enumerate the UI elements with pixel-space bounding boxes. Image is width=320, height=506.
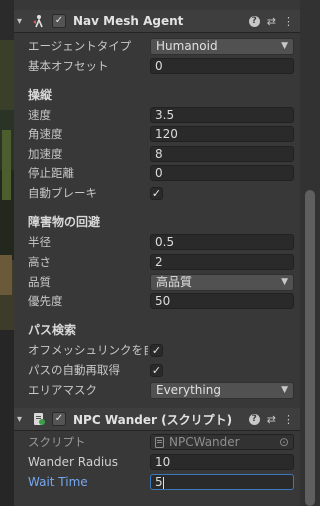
area-mask-value: Everything — [156, 382, 221, 397]
nav-mesh-agent-header[interactable]: ▾ ✓ Nav Mesh Agent ? ⇄ ⋮ — [14, 10, 300, 33]
radius-row: 半径 0.5 — [14, 232, 300, 252]
auto-braking-checkbox[interactable]: ✓ — [150, 186, 163, 200]
script-icon — [31, 411, 47, 427]
quality-dropdown[interactable]: 高品質 ▼ — [150, 273, 294, 291]
scrollbar-thumb[interactable] — [305, 190, 315, 506]
base-offset-label: 基本オフセット — [28, 59, 109, 73]
auto-traverse-offmesh-label: オフメッシュリンクを自動移 — [28, 343, 148, 357]
fold-arrow-icon[interactable]: ▾ — [17, 414, 27, 425]
script-label: スクリプト — [28, 435, 86, 449]
area-mask-dropdown[interactable]: Everything ▼ — [150, 381, 294, 399]
acceleration-row: 加速度 8 — [14, 144, 300, 164]
auto-repath-label: パスの自動再取得 — [28, 363, 120, 377]
wait-time-label: Wait Time — [28, 475, 88, 489]
auto-traverse-offmesh-row: オフメッシュリンクを自動移 ✓ — [14, 340, 300, 360]
chevron-down-icon: ▼ — [281, 40, 288, 51]
script-field: NPCWander ⊙ — [150, 434, 294, 450]
text-cursor — [162, 476, 164, 489]
chevron-down-icon: ▼ — [281, 384, 288, 395]
context-menu-icon[interactable]: ⋮ — [283, 15, 294, 28]
area-mask-label: エリアマスク — [28, 383, 97, 397]
priority-field[interactable]: 50 — [150, 293, 294, 309]
agent-type-label: エージェントタイプ — [28, 39, 132, 53]
stopping-distance-field[interactable]: 0 — [150, 165, 294, 181]
area-mask-row: エリアマスク Everything ▼ — [14, 380, 300, 400]
agent-type-row: エージェントタイプ Humanoid ▼ — [14, 36, 300, 56]
component-enabled-checkbox[interactable]: ✓ — [52, 412, 66, 426]
base-offset-row: 基本オフセット 0 — [14, 56, 300, 76]
quality-row: 品質 高品質 ▼ — [14, 272, 300, 292]
component-title: Nav Mesh Agent — [73, 14, 184, 28]
steering-section: 操縦 — [14, 84, 300, 104]
agent-type-dropdown[interactable]: Humanoid ▼ — [150, 37, 294, 55]
inspector-scrollbar[interactable] — [300, 0, 320, 506]
scene-ground — [0, 255, 12, 295]
radius-field[interactable]: 0.5 — [150, 234, 294, 250]
height-field[interactable]: 2 — [150, 254, 294, 270]
obstacle-avoidance-section: 障害物の回避 — [14, 211, 300, 231]
obstacle-avoidance-header: 障害物の回避 — [28, 214, 101, 229]
stopping-distance-row: 停止距離 0 — [14, 163, 300, 183]
object-picker-icon[interactable]: ⊙ — [279, 435, 289, 449]
quality-label: 品質 — [28, 275, 51, 289]
angular-speed-field[interactable]: 120 — [150, 126, 294, 142]
presets-icon[interactable]: ⇄ — [267, 413, 276, 426]
nav-mesh-agent-icon — [31, 13, 47, 29]
component-title: NPC Wander (スクリプト) — [73, 412, 233, 427]
fold-arrow-icon[interactable]: ▾ — [17, 16, 27, 27]
wander-radius-label: Wander Radius — [28, 455, 119, 469]
height-label: 高さ — [28, 255, 51, 269]
height-row: 高さ 2 — [14, 252, 300, 272]
agent-type-value: Humanoid — [156, 38, 218, 53]
auto-repath-row: パスの自動再取得 ✓ — [14, 360, 300, 380]
acceleration-label: 加速度 — [28, 147, 63, 161]
cs-script-icon — [155, 436, 164, 448]
auto-braking-label: 自動ブレーキ — [28, 186, 97, 200]
inspector-panel: ▾ ✓ Nav Mesh Agent ? ⇄ ⋮ エージェントタイプ Human… — [14, 0, 300, 506]
help-icon[interactable]: ? — [248, 15, 260, 27]
quality-value: 高品質 — [156, 274, 193, 289]
speed-row: 速度 3.5 — [14, 105, 300, 125]
wait-time-field[interactable]: 5 — [150, 474, 294, 490]
path-finding-section: パス検索 — [14, 319, 300, 339]
context-menu-icon[interactable]: ⋮ — [283, 413, 294, 426]
steering-header: 操縦 — [28, 87, 53, 102]
acceleration-field[interactable]: 8 — [150, 146, 294, 162]
wait-time-value: 5 — [155, 475, 163, 489]
priority-label: 優先度 — [28, 294, 63, 308]
angular-speed-row: 角速度 120 — [14, 124, 300, 144]
priority-row: 優先度 50 — [14, 291, 300, 311]
scene-foliage — [2, 130, 11, 200]
chevron-down-icon: ▼ — [281, 276, 288, 287]
angular-speed-label: 角速度 — [28, 127, 63, 141]
wait-time-row: Wait Time 5 — [14, 472, 300, 492]
auto-braking-row: 自動ブレーキ ✓ — [14, 183, 300, 203]
script-row: スクリプト NPCWander ⊙ — [14, 432, 300, 452]
wander-radius-row: Wander Radius 10 — [14, 452, 300, 472]
npc-wander-header[interactable]: ▾ ✓ NPC Wander (スクリプト) ? ⇄ ⋮ — [14, 408, 300, 431]
script-value: NPCWander — [169, 434, 240, 449]
presets-icon[interactable]: ⇄ — [267, 15, 276, 28]
auto-repath-checkbox[interactable]: ✓ — [150, 363, 163, 377]
base-offset-field[interactable]: 0 — [150, 58, 294, 74]
scene-view-background — [0, 0, 14, 506]
auto-traverse-offmesh-checkbox[interactable]: ✓ — [150, 343, 163, 357]
help-icon[interactable]: ? — [248, 413, 260, 425]
path-finding-header: パス検索 — [28, 322, 77, 337]
stopping-distance-label: 停止距離 — [28, 166, 74, 180]
radius-label: 半径 — [28, 235, 51, 249]
speed-label: 速度 — [28, 108, 51, 122]
wander-radius-field[interactable]: 10 — [150, 454, 294, 470]
speed-field[interactable]: 3.5 — [150, 107, 294, 123]
component-enabled-checkbox[interactable]: ✓ — [52, 14, 66, 28]
